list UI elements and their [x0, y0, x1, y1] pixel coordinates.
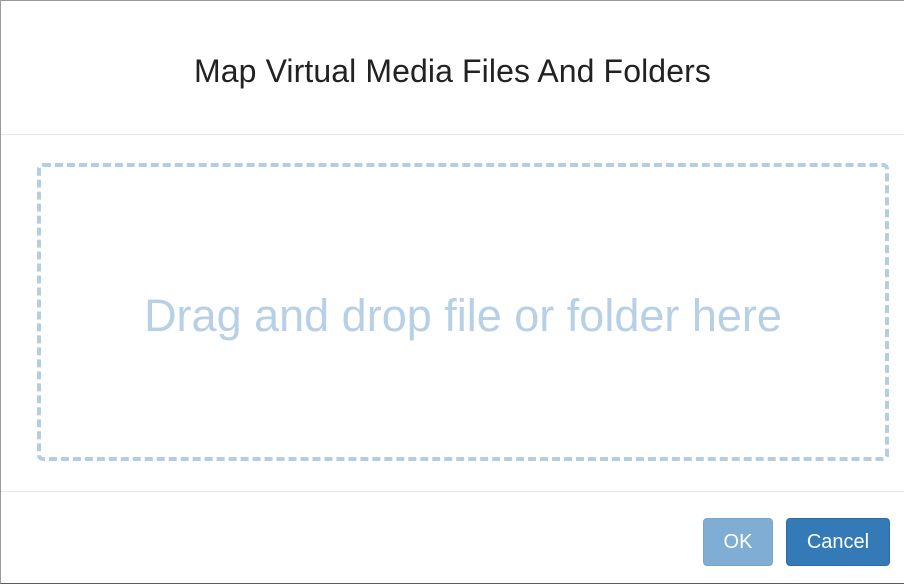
dialog-footer: OK Cancel: [1, 491, 904, 584]
dialog-title: Map Virtual Media Files And Folders: [194, 53, 711, 89]
ok-button[interactable]: OK: [703, 518, 773, 566]
cancel-button[interactable]: Cancel: [786, 518, 890, 566]
dialog-body: Drag and drop file or folder here: [1, 135, 904, 491]
file-drop-zone[interactable]: Drag and drop file or folder here: [37, 163, 889, 461]
drop-zone-text: Drag and drop file or folder here: [144, 290, 782, 341]
dialog-header: Map Virtual Media Files And Folders: [1, 1, 904, 135]
map-virtual-media-dialog: Map Virtual Media Files And Folders Drag…: [0, 0, 904, 584]
